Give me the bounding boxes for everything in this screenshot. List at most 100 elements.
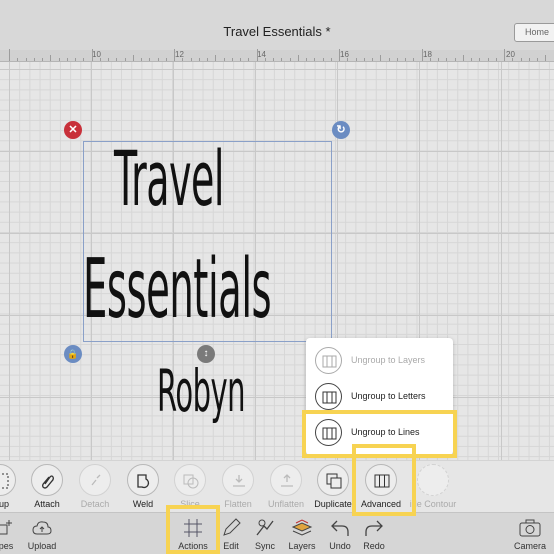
ruler-tick	[330, 58, 332, 61]
action-label: Weld	[132, 499, 154, 509]
ruler-tick	[149, 58, 151, 61]
ruler-tick	[99, 58, 101, 61]
sync-icon	[256, 519, 274, 536]
sync-nav-button[interactable]: Sync	[248, 513, 282, 554]
ungroup-icon	[315, 347, 342, 374]
project-title: Travel Essentials *	[223, 24, 331, 39]
ruler-tick	[438, 58, 439, 61]
redo-icon	[365, 520, 383, 536]
ruler-tick	[322, 58, 324, 61]
ruler-tick	[537, 58, 538, 61]
actions-icon	[184, 519, 202, 537]
layers-nav-button[interactable]: Layers	[284, 513, 320, 554]
nav-label: Layers	[288, 541, 316, 551]
attach-button[interactable]: Attach	[20, 461, 74, 513]
undo-nav-button[interactable]: Undo	[322, 513, 358, 554]
ungroup-to-layers-item[interactable]: Ungroup to Layers	[306, 342, 453, 379]
text-line-travel[interactable]: Travel	[114, 134, 224, 223]
ruler-tick	[454, 58, 456, 61]
nav-label: Edit	[223, 541, 239, 551]
action-label: Detach	[80, 499, 110, 509]
contour-icon	[417, 464, 449, 496]
ruler-tick	[380, 55, 382, 61]
action-label: Advanced	[360, 499, 402, 509]
advanced-icon	[365, 464, 397, 496]
ruler-tick	[372, 58, 373, 61]
ruler-tick	[487, 58, 489, 61]
ruler-tick	[141, 58, 142, 61]
action-label: Flatten	[224, 499, 252, 509]
slice-button[interactable]: Slice	[163, 461, 217, 513]
ruler-tick	[495, 58, 497, 61]
flatten-button[interactable]: Flatten	[211, 461, 265, 513]
detach-icon	[79, 464, 111, 496]
ungroup-menu: Ungroup to Layers Ungroup to Letters Ung…	[306, 338, 453, 455]
ruler-tick	[545, 55, 547, 61]
size-handle-icon[interactable]: ↕	[197, 345, 215, 363]
layers-icon	[291, 519, 313, 536]
duplicate-button[interactable]: Duplicate	[306, 461, 360, 513]
weld-button[interactable]: Weld	[116, 461, 170, 513]
home-button[interactable]: Home	[514, 23, 554, 42]
edit-nav-button[interactable]: Edit	[214, 513, 248, 554]
action-label: ide Contour	[409, 499, 457, 509]
edit-icon	[223, 518, 241, 536]
upload-icon	[32, 521, 52, 535]
action-label: Duplicate	[314, 499, 352, 509]
ruler-tick	[132, 55, 134, 61]
ungroup-to-letters-item[interactable]: Ungroup to Letters	[306, 378, 453, 415]
bottom-navigation: pes Upload Actions Edit Sync Layers Undo	[0, 512, 554, 554]
ruler-tick	[306, 58, 307, 61]
nav-label: Sync	[254, 541, 275, 551]
advanced-button[interactable]: Advanced	[354, 461, 408, 513]
offset-contour-button[interactable]: ide Contour	[406, 461, 460, 513]
ruler-tick	[281, 58, 283, 61]
delete-handle-icon[interactable]: ✕	[64, 121, 82, 139]
unflatten-icon	[270, 464, 302, 496]
design-space-app: Travel Essentials * Home 10 12 14 16 18 …	[0, 0, 554, 554]
ruler-tick	[17, 58, 19, 61]
ungroup-icon	[315, 383, 342, 410]
detach-button[interactable]: Detach	[68, 461, 122, 513]
upload-nav-button[interactable]: Upload	[22, 513, 62, 554]
action-label: Slice	[180, 499, 200, 509]
ruler-tick	[520, 58, 522, 61]
ruler-tick	[471, 58, 472, 61]
rotate-handle-icon[interactable]: ↻	[332, 121, 350, 139]
ruler-tick	[289, 58, 291, 61]
ruler-tick	[157, 58, 159, 61]
ruler-tick	[314, 58, 316, 61]
ruler-tick	[355, 58, 357, 61]
ruler-tick	[297, 55, 299, 61]
lock-handle-icon[interactable]: 🔒	[64, 345, 82, 363]
ruler-tick	[190, 58, 192, 61]
ruler-tick	[42, 58, 43, 61]
shapes-icon	[0, 520, 12, 535]
ungroup-to-lines-item[interactable]: Ungroup to Lines	[306, 414, 453, 451]
ruler-tick	[396, 58, 398, 61]
ruler-tick	[339, 49, 340, 61]
ruler-tick	[223, 58, 225, 61]
ruler-tick	[240, 58, 241, 61]
action-label: Attach	[34, 499, 60, 509]
unflatten-button[interactable]: Unflatten	[259, 461, 313, 513]
ruler-tick	[512, 58, 514, 61]
ruler-tick	[462, 55, 464, 61]
ruler-tick	[528, 58, 530, 61]
text-line-essentials[interactable]: Essentials	[83, 242, 272, 337]
ruler-tick	[9, 49, 10, 61]
ruler-tick	[108, 58, 109, 61]
ruler-tick	[174, 49, 175, 61]
nav-label: Undo	[329, 541, 351, 551]
ruler-tick	[33, 58, 35, 61]
ruler-label: 20	[506, 50, 515, 59]
ruler-tick	[91, 49, 93, 61]
actions-nav-button[interactable]: Actions	[171, 513, 215, 554]
ruler-tick	[273, 58, 274, 61]
redo-nav-button[interactable]: Redo	[356, 513, 392, 554]
action-label: Unflatten	[267, 499, 305, 509]
text-line-robyn[interactable]: Robyn	[157, 357, 246, 425]
ungroup-icon	[315, 419, 342, 446]
nav-label: Camera	[513, 541, 546, 551]
camera-nav-button[interactable]: Camera	[510, 513, 550, 554]
